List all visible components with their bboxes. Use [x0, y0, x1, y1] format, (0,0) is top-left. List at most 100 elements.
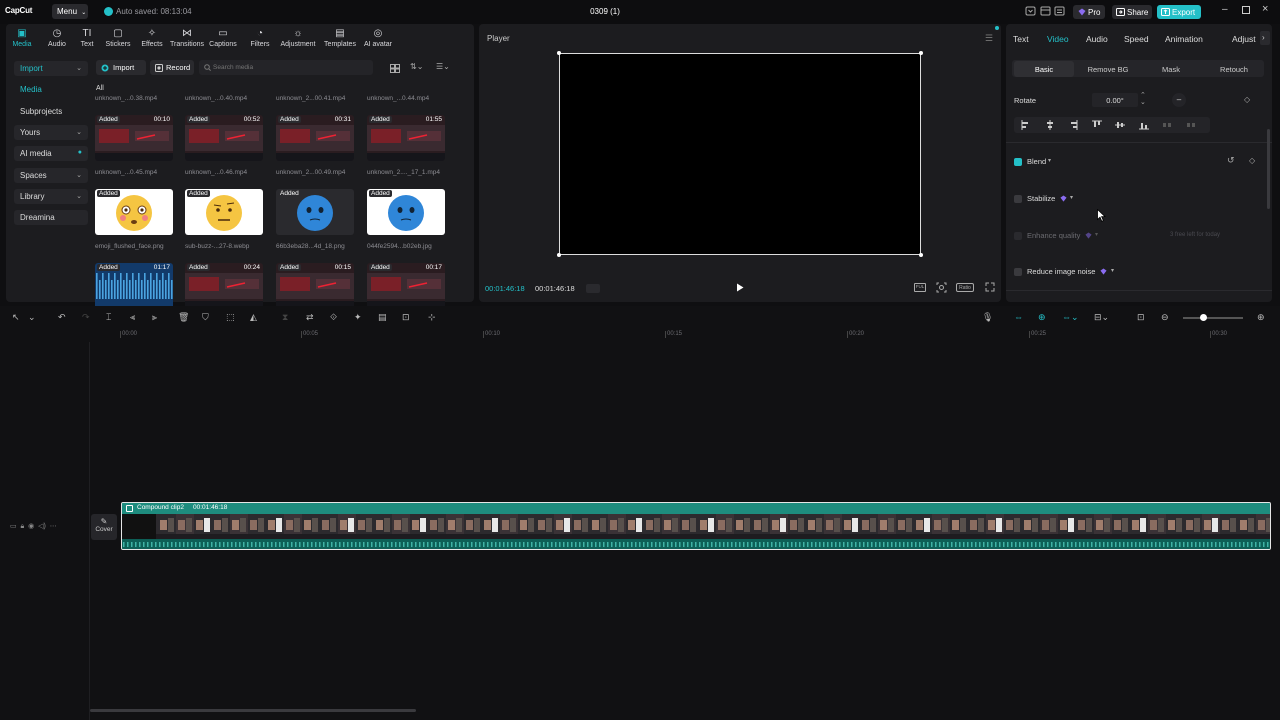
eye-icon[interactable]: ◉: [28, 523, 34, 530]
fullscreen-icon[interactable]: [985, 282, 995, 292]
layout-icon[interactable]: [1040, 6, 1051, 16]
delete-icon[interactable]: 🗑︎: [178, 312, 189, 323]
align-center-icon[interactable]: [1045, 120, 1055, 130]
minimize-icon[interactable]: –: [1222, 4, 1228, 15]
align-bottom-icon[interactable]: [1138, 120, 1149, 130]
reset-icon[interactable]: ↺: [1227, 155, 1235, 166]
marker-icon[interactable]: ⛉: [202, 312, 213, 323]
noise-label: Reduce image noise: [1027, 267, 1096, 276]
redo-icon[interactable]: ↷: [82, 312, 93, 323]
magnet-icon[interactable]: ⊕: [1038, 312, 1046, 323]
media-thumbnail[interactable]: Added 01:17: [95, 263, 173, 309]
preview-axis-icon[interactable]: ⊟⌄: [1094, 312, 1109, 323]
total-time: 00:01:46:18: [535, 284, 575, 293]
snapshot-icon[interactable]: [936, 282, 947, 293]
select-icon[interactable]: ↖: [12, 312, 23, 323]
align-top-icon[interactable]: [1091, 120, 1102, 130]
export-button[interactable]: Export: [1157, 5, 1201, 19]
mirror-icon[interactable]: ◭: [250, 312, 261, 323]
media-thumbnail[interactable]: Added 00:31: [276, 115, 354, 161]
blend-checkbox[interactable]: [1014, 158, 1022, 166]
maximize-icon[interactable]: [1242, 6, 1250, 14]
cover-button[interactable]: ✎ Cover: [91, 514, 117, 540]
zoom-in-icon[interactable]: ⊕: [1257, 312, 1265, 323]
chevron-down-icon[interactable]: ▾: [1070, 194, 1073, 201]
chevron-down-icon[interactable]: ⌄: [28, 312, 39, 323]
distribute-v-icon[interactable]: [1186, 120, 1196, 130]
chevron-down-icon[interactable]: ▾: [1095, 231, 1098, 238]
linkage-icon[interactable]: ⇔⌄: [1062, 312, 1079, 323]
enhance-note: 3 free left for today: [1170, 232, 1221, 238]
media-thumbnail[interactable]: Added: [185, 189, 263, 235]
stabilize-checkbox[interactable]: [1014, 195, 1022, 203]
zoom-slider-handle[interactable]: [1200, 314, 1207, 321]
more-icon[interactable]: ⋯: [50, 523, 57, 530]
edit-icon: ✎: [100, 517, 108, 526]
auto-cut-icon[interactable]: ⟐: [330, 312, 341, 323]
diamond-icon: [1060, 195, 1067, 202]
media-thumbnail[interactable]: Added: [367, 189, 445, 235]
media-thumbnail[interactable]: Added 00:24: [185, 263, 263, 309]
corner-handle[interactable]: [557, 51, 561, 55]
corner-handle[interactable]: [557, 253, 561, 257]
split-icon[interactable]: ⌶: [106, 312, 117, 323]
magic-icon[interactable]: ✦: [354, 312, 365, 323]
align-right-icon[interactable]: [1068, 120, 1078, 130]
track-lock-icons: ▭ 🔒︎ ◉ ◁) ⋯: [10, 522, 57, 531]
caption-track-icon[interactable]: ⊡: [1137, 312, 1145, 323]
media-thumbnail[interactable]: Added 01:55: [367, 115, 445, 161]
ruler-tick-label: 00:10: [485, 331, 501, 337]
preview-canvas[interactable]: [557, 51, 923, 257]
corner-handle[interactable]: [919, 51, 923, 55]
share-button[interactable]: Share: [1112, 5, 1152, 19]
close-icon[interactable]: ×: [1262, 3, 1268, 15]
chevron-down-icon[interactable]: ▾: [1048, 157, 1051, 164]
frame-icon[interactable]: ⊡: [402, 312, 413, 323]
align-icons: [1006, 24, 1272, 144]
track-icon[interactable]: ⊹: [428, 312, 439, 323]
caption-icon[interactable]: ▤: [378, 312, 389, 323]
timecode-toggle[interactable]: [586, 284, 600, 293]
track-caption-icon[interactable]: ▭: [10, 523, 17, 530]
undo-icon[interactable]: ↶: [58, 312, 69, 323]
scrollbar[interactable]: [1267, 129, 1270, 209]
media-thumbnail[interactable]: Added 00:10: [95, 115, 173, 161]
zoom-out-icon[interactable]: ⊖: [1161, 312, 1169, 323]
freeze-icon[interactable]: ⧗: [282, 312, 293, 323]
shortcut-icon[interactable]: [1054, 6, 1065, 16]
timeline-scrollbar[interactable]: [90, 709, 416, 712]
reverse-icon[interactable]: ⇄: [306, 312, 317, 323]
keyframe-icon[interactable]: ◇: [1249, 156, 1255, 165]
ratio-button[interactable]: Ratio: [956, 283, 974, 292]
zoom-slider-track[interactable]: [1183, 317, 1243, 319]
menu-button[interactable]: Menu ⌄: [52, 4, 88, 19]
media-thumbnail[interactable]: Added: [95, 189, 173, 235]
media-caption: unknown_...0.45.mp4: [95, 169, 158, 176]
compound-clip[interactable]: Compound clip2 00:01:46:18: [121, 502, 1271, 550]
chevron-down-icon[interactable]: ▾: [1111, 267, 1114, 274]
pro-button[interactable]: Pro: [1073, 5, 1105, 19]
audio-icon[interactable]: ◁): [38, 523, 46, 530]
noise-checkbox[interactable]: [1014, 268, 1022, 276]
distribute-h-icon[interactable]: [1162, 120, 1172, 130]
split-left-icon[interactable]: ⫷: [130, 312, 141, 323]
enhance-checkbox[interactable]: [1014, 232, 1022, 240]
media-thumbnail[interactable]: Added 00:52: [185, 115, 263, 161]
player-menu-icon[interactable]: ☰: [985, 33, 993, 44]
split-right-icon[interactable]: ⫸: [152, 312, 163, 323]
link-clips-icon[interactable]: ⇔: [1014, 312, 1023, 323]
lock-icon[interactable]: 🔒︎: [21, 523, 25, 530]
align-left-icon[interactable]: [1021, 120, 1031, 130]
play-icon[interactable]: [736, 283, 744, 292]
media-thumbnail[interactable]: Added: [276, 189, 354, 235]
status-dot: [995, 26, 999, 30]
media-thumbnail[interactable]: Added 00:17: [367, 263, 445, 309]
media-thumbnail[interactable]: Added 00:15: [276, 263, 354, 309]
share-label: Share: [1127, 8, 1149, 17]
align-middle-icon[interactable]: [1115, 120, 1125, 130]
corner-handle[interactable]: [919, 253, 923, 257]
crop-icon[interactable]: ⬚: [226, 312, 237, 323]
mic-icon[interactable]: 🎙︎: [982, 312, 993, 323]
full-quality-icon[interactable]: FUL: [914, 283, 926, 292]
dropdown-icon[interactable]: [1025, 6, 1036, 16]
